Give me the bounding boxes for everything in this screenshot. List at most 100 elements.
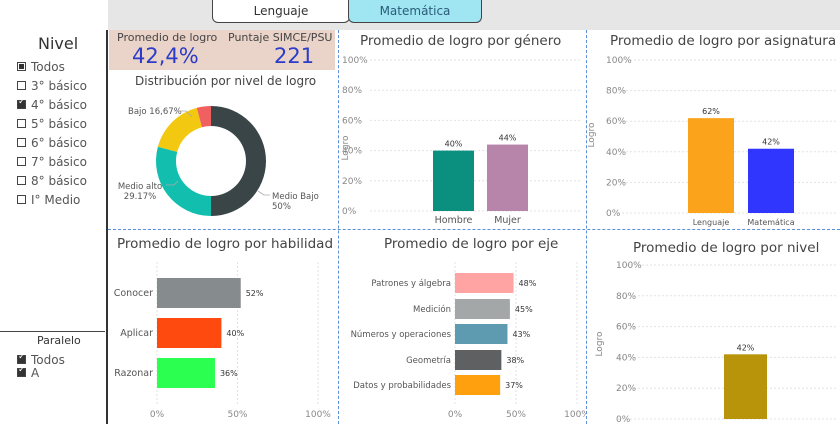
filter-item-label: 3° básico bbox=[31, 78, 87, 93]
category-label: Matemática bbox=[747, 218, 794, 227]
y-axis-label: Logro bbox=[588, 122, 597, 148]
filter-item-4[interactable]: 6° básico bbox=[17, 133, 87, 152]
bar-1 bbox=[487, 144, 528, 211]
genero-title: Promedio de logro por género bbox=[360, 33, 562, 49]
filter-item-label: A bbox=[31, 365, 40, 380]
bar-0 bbox=[688, 118, 734, 213]
x-tick-label: 100% bbox=[305, 410, 331, 420]
y-tick-label: 100% bbox=[342, 56, 368, 66]
x-tick-label: 0% bbox=[150, 410, 165, 420]
category-label: Mujer bbox=[494, 215, 521, 226]
category-label: Conocer bbox=[114, 288, 153, 299]
bar-1 bbox=[157, 318, 222, 348]
nivel-filter-title: Nivel bbox=[38, 34, 79, 53]
bar-value-label: 44% bbox=[499, 134, 517, 143]
simce-value: 221 bbox=[274, 44, 315, 68]
y-tick-label: 100% bbox=[616, 261, 642, 271]
y-tick-label: 60% bbox=[342, 116, 362, 126]
checkbox-icon[interactable] bbox=[17, 352, 26, 364]
asignatura-chart: 100% 80% 60% 40% 20% 0% Logro 62% Lenguaje 42% Mat… bbox=[587, 50, 840, 228]
bar-value-label: 45% bbox=[515, 305, 533, 314]
donut-label-medio-alto: 29.17% bbox=[124, 192, 156, 202]
category-label: Números y operaciones bbox=[351, 330, 452, 340]
checkbox-icon[interactable] bbox=[17, 195, 26, 204]
bar-2 bbox=[455, 324, 508, 344]
checkbox-icon[interactable] bbox=[17, 365, 26, 377]
filter-item-label: 7° básico bbox=[31, 154, 87, 169]
filter-item-label: I° Medio bbox=[31, 192, 81, 207]
category-label: Medición bbox=[413, 304, 451, 315]
tab-lenguaje[interactable]: Lenguaje bbox=[212, 0, 350, 23]
bar-chart-svg: 100% 80% 60% 40% 20% 0% Logro 62% Lenguaje 42% Mat… bbox=[587, 56, 838, 227]
hbar-chart-svg: 0% 50% 100% 52% Conocer 40% Aplicar 36% Razonar bbox=[114, 262, 331, 420]
filter-item-5[interactable]: 7° básico bbox=[17, 152, 87, 171]
bar-value-label: 37% bbox=[505, 381, 523, 390]
category-label: Geometría bbox=[406, 356, 451, 366]
paralelo-filter-list: TodosA bbox=[17, 352, 65, 380]
y-tick-label: 20% bbox=[342, 177, 362, 187]
filter-item-1[interactable]: A bbox=[17, 365, 65, 380]
habilidad-title: Promedio de logro por habilidad bbox=[117, 236, 334, 252]
bar-value-label: 38% bbox=[506, 356, 524, 365]
filter-item-label: Todos bbox=[31, 59, 65, 74]
donut-label-medio-bajo: 50% bbox=[272, 202, 291, 212]
promedio-label: Promedio de logro bbox=[117, 31, 218, 44]
y-tick-label: 20% bbox=[616, 384, 636, 394]
checkbox-icon[interactable] bbox=[17, 138, 26, 147]
filter-item-7[interactable]: I° Medio bbox=[17, 190, 87, 209]
filter-item-label: 8° básico bbox=[31, 173, 87, 188]
y-tick-label: 80% bbox=[606, 87, 626, 97]
donut-slice-0 bbox=[211, 106, 266, 216]
y-tick-label: 0% bbox=[606, 209, 621, 219]
x-tick-label: 0% bbox=[448, 410, 463, 420]
filter-item-3[interactable]: 5° básico bbox=[17, 114, 87, 133]
bar-chart-svg: 100%80%60%40%20%0%Logro42%4° básico bbox=[595, 261, 838, 428]
paralelo-divider bbox=[0, 331, 105, 332]
checkbox-icon[interactable] bbox=[17, 81, 26, 90]
y-tick-label: 20% bbox=[606, 178, 626, 188]
divider-h bbox=[108, 229, 840, 230]
y-tick-label: 40% bbox=[616, 353, 636, 363]
filter-item-1[interactable]: 3° básico bbox=[17, 76, 87, 95]
bar-0 bbox=[433, 150, 474, 211]
divider-v1 bbox=[338, 30, 339, 424]
y-tick-label: 80% bbox=[342, 86, 362, 96]
y-tick-label: 80% bbox=[616, 292, 636, 302]
eje-chart: 0% 50% 100% 48% Patrones y álgebra 45% Medició… bbox=[340, 258, 590, 424]
filter-item-0[interactable]: Todos bbox=[17, 57, 87, 76]
habilidad-chart: 0% 50% 100% 52% Conocer 40% Aplicar 36% Razonar bbox=[108, 258, 338, 424]
filter-item-6[interactable]: 8° básico bbox=[17, 171, 87, 190]
y-tick-label: 0% bbox=[342, 207, 357, 217]
checkbox-icon[interactable] bbox=[17, 97, 26, 109]
bar-value-label: 36% bbox=[220, 369, 238, 378]
checkbox-icon[interactable] bbox=[17, 176, 26, 185]
donut-title: Distribución por nivel de logro bbox=[135, 74, 317, 88]
bar-1 bbox=[455, 299, 510, 319]
bar-value-label: 62% bbox=[702, 107, 720, 116]
y-tick-label: 60% bbox=[616, 323, 636, 333]
category-label: Aplicar bbox=[120, 328, 153, 339]
bar-value-label: 40% bbox=[445, 140, 463, 149]
hbar-chart-svg: 0% 50% 100% 48% Patrones y álgebra 45% Medició… bbox=[351, 262, 590, 420]
bar-4 bbox=[455, 375, 501, 395]
bar-value-label: 52% bbox=[246, 289, 264, 298]
genero-chart: 100% 80% 60% 40% 20% 0% Logro 40% Hombre 44% Mujer bbox=[340, 50, 586, 228]
bar-value-label: 42% bbox=[762, 138, 780, 147]
tab-matematica[interactable]: Matemática bbox=[348, 0, 482, 23]
filter-item-2[interactable]: 4° básico bbox=[17, 95, 87, 114]
bar-chart-svg: 100%80%60%40%20%0%Logro 40%Hombre44%Mujer bbox=[341, 56, 580, 226]
divider-v2 bbox=[586, 30, 587, 424]
category-label: Razonar bbox=[114, 368, 153, 379]
eje-title: Promedio de logro por eje bbox=[384, 236, 559, 252]
top-left-blank bbox=[0, 0, 108, 30]
checkbox-icon[interactable] bbox=[17, 62, 26, 71]
checkbox-icon[interactable] bbox=[17, 119, 26, 128]
bar-0 bbox=[157, 278, 241, 308]
y-axis-label: Logro bbox=[341, 135, 351, 161]
simce-label: Puntaje SIMCE/PSU bbox=[228, 31, 333, 44]
filter-item-label: Todos bbox=[31, 352, 65, 367]
y-tick-label: 100% bbox=[606, 56, 632, 66]
checkbox-icon[interactable] bbox=[17, 157, 26, 166]
y-axis-label: Logro bbox=[595, 331, 605, 357]
x-tick-label: 50% bbox=[506, 410, 526, 420]
